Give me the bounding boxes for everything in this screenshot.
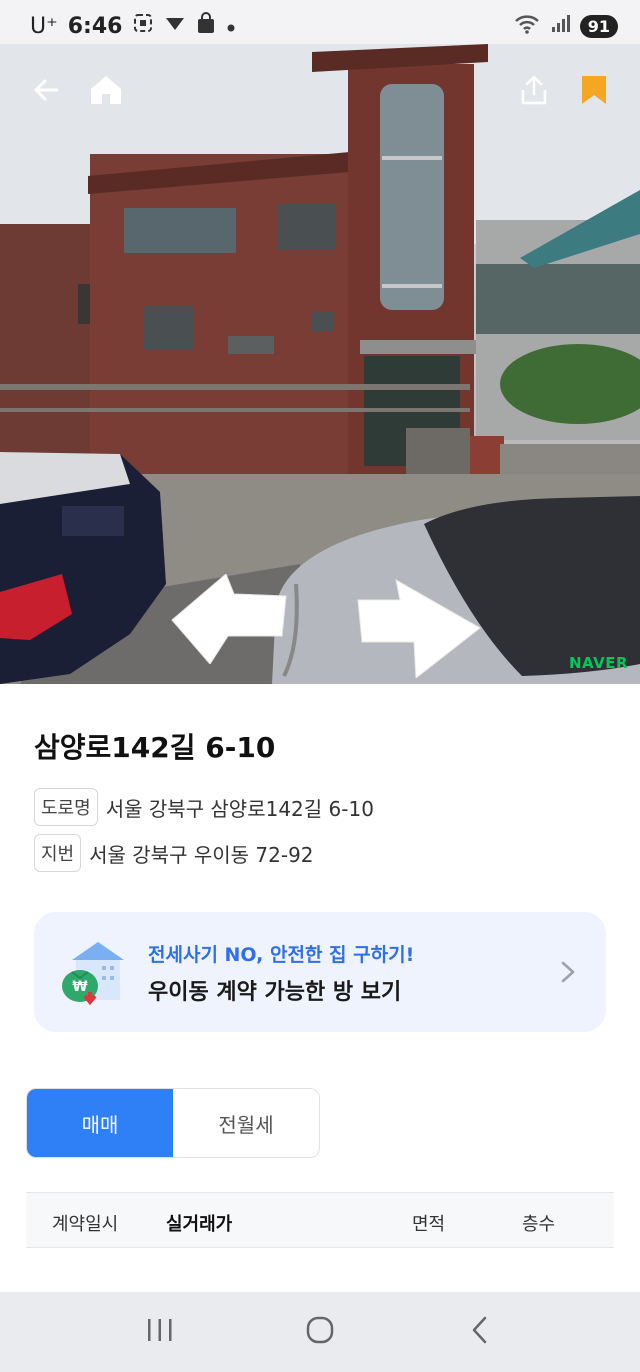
screenshot-icon (132, 12, 154, 40)
prev-view-arrow-icon (170, 573, 290, 668)
road-address-text[interactable]: 서울 강북구 삼양로142길 6-10 (106, 793, 374, 822)
home-system-button[interactable] (290, 1302, 350, 1362)
back-chevron-icon (469, 1315, 491, 1349)
prev-view-button[interactable] (170, 573, 290, 665)
column-header-floor[interactable]: 층수 (522, 1210, 555, 1236)
street-view-photo[interactable] (0, 44, 640, 684)
home-icon (89, 74, 123, 110)
lot-address-tag: 지번 (34, 834, 82, 872)
column-header-price[interactable]: 실거래가 (166, 1210, 232, 1236)
tab-sale[interactable]: 매매 (27, 1089, 173, 1157)
lot-address-row: 지번 서울 강북구 우이동 72-92 (34, 834, 314, 872)
system-navigation-bar (0, 1292, 640, 1372)
road-address-tag: 도로명 (34, 788, 98, 826)
share-button[interactable] (510, 68, 558, 116)
next-view-button[interactable] (356, 578, 482, 679)
svg-text:₩: ₩ (72, 979, 88, 995)
next-view-arrow-icon (356, 579, 482, 682)
status-time: 6:46 (67, 13, 123, 39)
shopping-bag-icon (196, 12, 216, 40)
house-money-icon: ₩ (58, 940, 128, 1010)
share-icon (518, 74, 550, 110)
top-nav (0, 44, 640, 134)
back-system-button[interactable] (450, 1302, 510, 1362)
download-icon (164, 14, 186, 39)
chevron-right-icon (560, 960, 576, 988)
road-address-row: 도로명 서울 강북구 삼양로142길 6-10 (34, 788, 374, 826)
carrier-label: U⁺ (30, 13, 58, 39)
bookmark-icon (579, 74, 609, 110)
wifi-icon (514, 13, 540, 39)
home-circle-icon (305, 1315, 335, 1349)
notification-dot-icon (226, 14, 236, 39)
tab-lease[interactable]: 전월세 (173, 1089, 319, 1157)
battery-indicator: 91 (579, 14, 618, 38)
address-title: 삼양로142길 6-10 (34, 731, 276, 764)
promo-subtext: 우이동 계약 가능한 방 보기 (148, 980, 402, 1005)
safe-house-promo-banner[interactable]: ₩ 전세사기 NO, 안전한 집 구하기! 우이동 계약 가능한 방 보기 (34, 912, 606, 1032)
signal-icon (550, 14, 570, 38)
lot-address-text[interactable]: 서울 강북구 우이동 72-92 (89, 839, 313, 868)
recent-apps-icon (145, 1316, 175, 1348)
home-button[interactable] (82, 68, 130, 116)
deal-type-tabs: 매매 전월세 (26, 1088, 320, 1158)
back-button[interactable] (22, 68, 70, 116)
naver-watermark: NAVER (568, 654, 628, 672)
bookmark-button[interactable] (570, 68, 618, 116)
promo-headline: 전세사기 NO, 안전한 집 구하기! (148, 944, 415, 966)
transaction-table-header: 계약일시 실거래가 면적 층수 (26, 1192, 614, 1248)
column-header-contract-date[interactable]: 계약일시 (52, 1210, 118, 1236)
recent-apps-button[interactable] (130, 1302, 190, 1362)
column-header-area[interactable]: 면적 (412, 1210, 445, 1236)
back-arrow-icon (31, 75, 61, 109)
street-view-image (0, 44, 640, 684)
